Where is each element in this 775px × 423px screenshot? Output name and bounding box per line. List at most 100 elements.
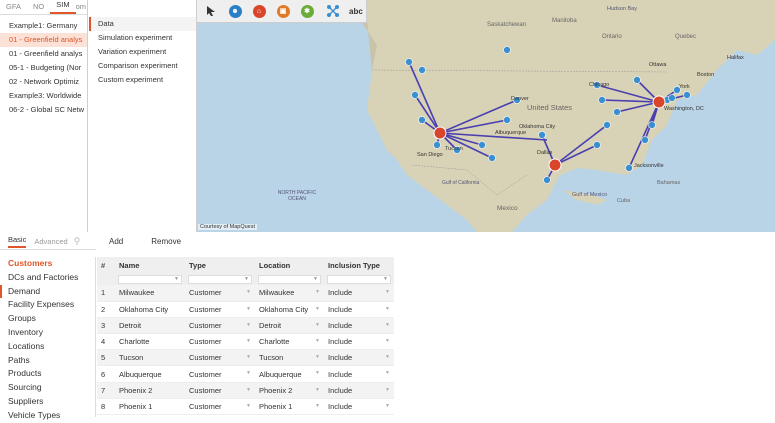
location-cell[interactable]: Detroit ▼ bbox=[255, 317, 324, 335]
location-cell[interactable]: Charlotte ▼ bbox=[255, 333, 324, 351]
chevron-down-icon[interactable]: ▼ bbox=[315, 289, 320, 295]
tab-basic[interactable]: Basic bbox=[8, 235, 27, 248]
chevron-down-icon[interactable]: ▼ bbox=[385, 387, 390, 393]
table-item-inventory[interactable]: Inventory bbox=[0, 326, 95, 340]
table-item-sourcing[interactable]: Sourcing bbox=[0, 381, 95, 395]
table-row[interactable]: 8 Phoenix 1 Customer ▼ Phoenix 1 ▼ Include ▼ bbox=[97, 398, 394, 416]
chevron-down-icon[interactable]: ▼ bbox=[246, 387, 251, 393]
type-cell[interactable]: Customer ▼ bbox=[185, 398, 255, 416]
search-icon[interactable]: ⚲ bbox=[74, 236, 81, 247]
inclusion-cell[interactable]: Include ▼ bbox=[324, 398, 394, 416]
type-cell[interactable]: Customer ▼ bbox=[185, 349, 255, 367]
table-item-vehicle-types[interactable]: Vehicle Types bbox=[0, 409, 95, 423]
chevron-down-icon[interactable]: ▼ bbox=[385, 322, 390, 328]
name-cell[interactable]: Oklahoma City bbox=[115, 301, 185, 318]
location-cell[interactable]: Phoenix 2 ▼ bbox=[255, 382, 324, 399]
scenario-item[interactable]: 01 - Greenfield analys bbox=[0, 47, 87, 61]
chevron-down-icon[interactable]: ▼ bbox=[315, 306, 320, 312]
name-cell[interactable]: Tucson bbox=[115, 349, 185, 367]
column-header[interactable]: Location bbox=[255, 257, 324, 273]
table-item-paths[interactable]: Paths bbox=[0, 354, 95, 368]
inclusion-cell[interactable]: Include ▼ bbox=[324, 365, 394, 383]
chevron-down-icon[interactable]: ▼ bbox=[315, 354, 320, 360]
experiment-variation[interactable]: Variation experiment bbox=[89, 45, 196, 59]
experiment-custom[interactable]: Custom experiment bbox=[89, 73, 196, 87]
chevron-down-icon[interactable]: ▼ bbox=[246, 322, 251, 328]
chevron-down-icon[interactable]: ▼ bbox=[385, 370, 390, 376]
remove-button[interactable]: Remove bbox=[151, 237, 181, 246]
tab-om[interactable]: om bbox=[76, 2, 86, 14]
chevron-down-icon[interactable]: ▼ bbox=[246, 289, 251, 295]
chevron-down-icon[interactable]: ▼ bbox=[385, 403, 390, 409]
scenario-item[interactable]: 02 - Network Optimiz bbox=[0, 75, 87, 89]
inclusion-cell[interactable]: Include ▼ bbox=[324, 349, 394, 367]
add-button[interactable]: Add bbox=[109, 237, 123, 246]
table-row[interactable]: 7 Phoenix 2 Customer ▼ Phoenix 2 ▼ Include ▼ bbox=[97, 382, 394, 399]
name-cell[interactable]: Phoenix 1 bbox=[115, 398, 185, 416]
table-item-locations[interactable]: Locations bbox=[0, 340, 95, 354]
name-cell[interactable]: Albuquerque bbox=[115, 365, 185, 383]
chevron-down-icon[interactable]: ▼ bbox=[385, 306, 390, 312]
filter-input[interactable] bbox=[258, 274, 321, 284]
chevron-down-icon[interactable]: ▼ bbox=[315, 338, 320, 344]
filter-input[interactable] bbox=[327, 274, 391, 284]
experiment-simulation[interactable]: Simulation experiment bbox=[89, 31, 196, 45]
inclusion-cell[interactable]: Include ▼ bbox=[324, 317, 394, 335]
column-header[interactable]: # bbox=[97, 257, 115, 273]
type-cell[interactable]: Customer ▼ bbox=[185, 382, 255, 399]
scenario-item[interactable]: Example3: Worldwide bbox=[0, 89, 87, 103]
table-item-groups[interactable]: Groups bbox=[0, 312, 95, 326]
type-cell[interactable]: Customer ▼ bbox=[185, 285, 255, 302]
chevron-down-icon[interactable]: ▼ bbox=[246, 403, 251, 409]
location-cell[interactable]: Albuquerque ▼ bbox=[255, 365, 324, 383]
chevron-down-icon[interactable]: ▼ bbox=[246, 338, 251, 344]
location-cell[interactable]: Tucson ▼ bbox=[255, 349, 324, 367]
inclusion-cell[interactable]: Include ▼ bbox=[324, 301, 394, 318]
add-path-button[interactable] bbox=[323, 1, 343, 21]
chevron-down-icon[interactable]: ▼ bbox=[385, 354, 390, 360]
filter-input[interactable] bbox=[188, 274, 252, 284]
add-factory-button[interactable]: ▣ bbox=[273, 1, 293, 21]
table-row[interactable]: 1 Milwaukee Customer ▼ Milwaukee ▼ Include ▼ bbox=[97, 285, 394, 302]
tab-gfa[interactable]: GFA bbox=[0, 2, 27, 14]
chevron-down-icon[interactable]: ▼ bbox=[246, 370, 251, 376]
name-cell[interactable]: Phoenix 2 bbox=[115, 382, 185, 399]
column-header[interactable]: Type bbox=[185, 257, 255, 273]
chevron-down-icon[interactable]: ▼ bbox=[315, 403, 320, 409]
type-cell[interactable]: Customer ▼ bbox=[185, 365, 255, 383]
table-item-suppliers[interactable]: Suppliers bbox=[0, 395, 95, 409]
table-row[interactable]: 2 Oklahoma City Customer ▼ Oklahoma City ▼ Inc… bbox=[97, 301, 394, 318]
filter-input[interactable] bbox=[118, 274, 182, 284]
table-item-customers[interactable]: Customers bbox=[0, 257, 95, 271]
name-cell[interactable]: Milwaukee bbox=[115, 285, 185, 302]
location-cell[interactable]: Oklahoma City ▼ bbox=[255, 301, 324, 318]
scenario-item[interactable]: 06-2 - Global SC Netw bbox=[0, 103, 87, 117]
column-header[interactable]: Inclusion Type bbox=[324, 257, 394, 273]
table-item-products[interactable]: Products bbox=[0, 367, 95, 381]
chevron-down-icon[interactable]: ▼ bbox=[315, 387, 320, 393]
location-cell[interactable]: Milwaukee ▼ bbox=[255, 285, 324, 302]
name-cell[interactable]: Charlotte bbox=[115, 333, 185, 351]
scenario-item[interactable]: 05-1 - Budgeting (Nor bbox=[0, 61, 87, 75]
location-cell[interactable]: Phoenix 1 ▼ bbox=[255, 398, 324, 416]
table-row[interactable]: 6 Albuquerque Customer ▼ Albuquerque ▼ Include… bbox=[97, 365, 394, 383]
inclusion-cell[interactable]: Include ▼ bbox=[324, 285, 394, 302]
table-item-demand[interactable]: Demand bbox=[0, 284, 95, 299]
scenario-item-selected[interactable]: 01 - Greenfield analys bbox=[0, 33, 87, 47]
table-row[interactable]: 4 Charlotte Customer ▼ Charlotte ▼ Include ▼ bbox=[97, 333, 394, 351]
add-supplier-button[interactable]: ✱ bbox=[297, 1, 317, 21]
inclusion-cell[interactable]: Include ▼ bbox=[324, 333, 394, 351]
chevron-down-icon[interactable]: ▼ bbox=[385, 338, 390, 344]
type-cell[interactable]: Customer ▼ bbox=[185, 317, 255, 335]
scenario-item[interactable]: Example1: Germany bbox=[0, 19, 87, 33]
chevron-down-icon[interactable]: ▼ bbox=[246, 354, 251, 360]
chevron-down-icon[interactable]: ▼ bbox=[246, 306, 251, 312]
inclusion-cell[interactable]: Include ▼ bbox=[324, 382, 394, 399]
map-view[interactable]: Denver Oklahoma City Albuquerque Dallas … bbox=[197, 0, 775, 232]
name-cell[interactable]: Detroit bbox=[115, 317, 185, 335]
add-dc-button[interactable]: ⌂ bbox=[249, 1, 269, 21]
chevron-down-icon[interactable]: ▼ bbox=[315, 370, 320, 376]
tab-advanced[interactable]: Advanced bbox=[34, 237, 67, 246]
table-item-facility-expenses[interactable]: Facility Expenses bbox=[0, 298, 95, 312]
experiment-data[interactable]: Data bbox=[89, 17, 196, 31]
